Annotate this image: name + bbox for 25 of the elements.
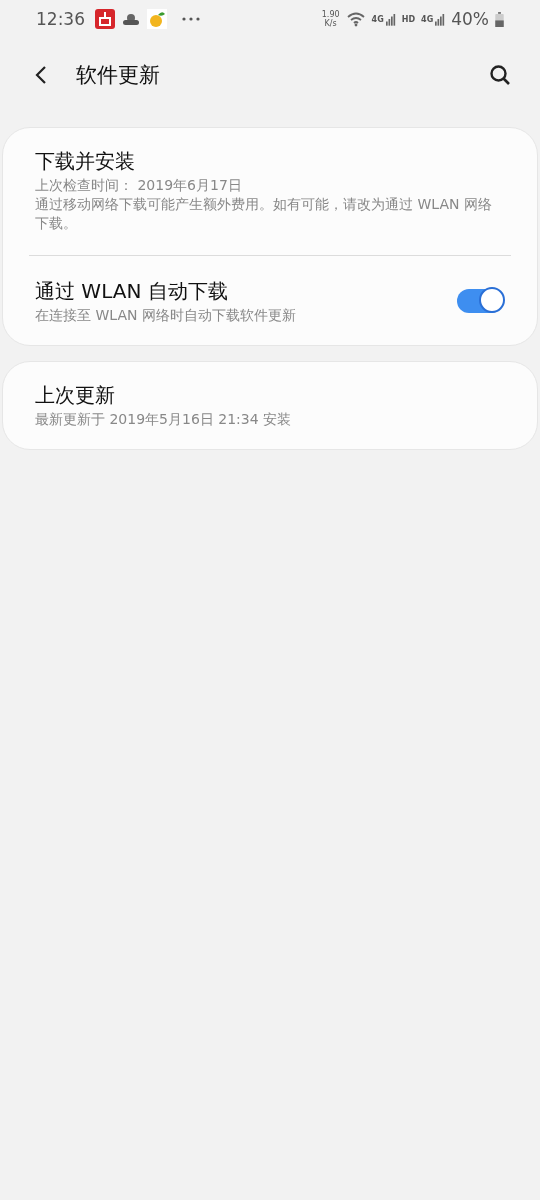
item-description: 最新更新于 2019年5月16日 21:34 安装 <box>35 410 293 429</box>
signal-icon <box>435 12 446 26</box>
settings-item[interactable]: 上次更新 最新更新于 2019年5月16日 21:34 安装 <box>3 368 537 443</box>
item-description: 上次检查时间： 2019年6月17日 <box>35 176 243 195</box>
fruit-icon <box>147 9 167 29</box>
network-label: HD <box>401 14 416 24</box>
item-title: 下载并安装 <box>35 148 136 175</box>
item-title: 通过 WLAN 自动下载 <box>35 278 229 305</box>
battery-percent: 40% <box>451 9 489 29</box>
toggle-switch[interactable] <box>457 288 503 313</box>
signal-icon <box>385 12 396 26</box>
status-time: 12:36 <box>36 9 85 29</box>
more-icon <box>181 16 201 22</box>
item-description: 通过移动网络下载可能产生额外费用。如有可能，请改为通过 WLAN 网络下载。 <box>35 195 493 233</box>
settings-item[interactable]: 下载并安装 上次检查时间： 2019年6月17日 通过移动网络下载可能产生额外费用。如有可能，请改为通过 WLAN 网络下载。 <box>3 134 537 247</box>
network-speed: 1.90 K/s <box>321 10 340 28</box>
network-label: 4G <box>421 14 434 24</box>
battery-icon <box>495 11 504 27</box>
item-title: 上次更新 <box>35 382 116 409</box>
app-icon <box>95 9 115 29</box>
network-label: 4G <box>371 14 384 24</box>
search-icon[interactable] <box>488 63 512 87</box>
settings-item[interactable]: 通过 WLAN 自动下载 在连接至 WLAN 网络时自动下载软件更新 <box>3 264 537 339</box>
page-title: 软件更新 <box>76 62 160 89</box>
item-description: 在连接至 WLAN 网络时自动下载软件更新 <box>35 306 297 325</box>
